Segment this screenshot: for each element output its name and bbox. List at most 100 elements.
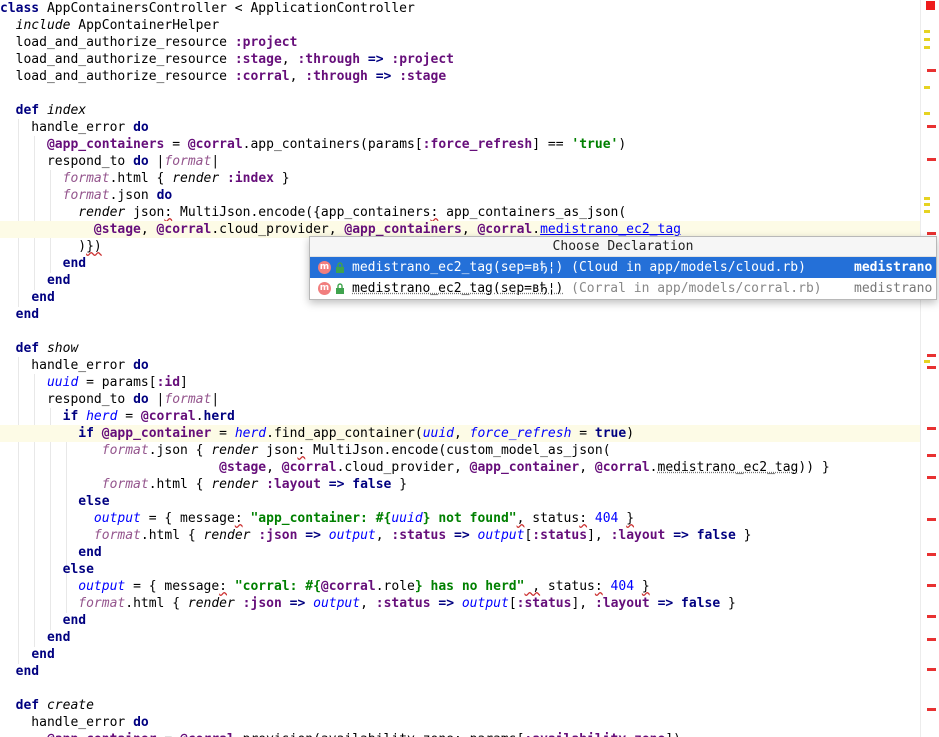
error-marker[interactable] <box>927 69 936 72</box>
error-marker[interactable] <box>927 366 936 369</box>
error-marker[interactable] <box>927 125 936 128</box>
warning-marker[interactable] <box>924 112 930 115</box>
code-line[interactable]: def show <box>0 340 920 357</box>
warning-marker[interactable] <box>924 46 930 49</box>
error-marker[interactable] <box>927 476 936 479</box>
code-token: ) <box>0 239 87 254</box>
code-line[interactable]: else <box>0 493 920 510</box>
error-status-icon[interactable] <box>926 1 935 10</box>
code-line[interactable]: respond_to do |format| <box>0 153 920 170</box>
warning-marker[interactable] <box>924 360 930 363</box>
error-marker[interactable] <box>927 668 936 671</box>
error-marker[interactable] <box>927 708 936 711</box>
warning-marker[interactable] <box>924 86 930 89</box>
code-token: class <box>0 1 47 16</box>
code-line[interactable]: render json: MultiJson.encode({app_conta… <box>0 204 920 221</box>
code-line[interactable]: output = { message: "app_container: #{uu… <box>0 510 920 527</box>
code-line[interactable]: handle_error do <box>0 357 920 374</box>
code-token: json <box>258 443 298 458</box>
code-token: @app_containers <box>344 222 462 237</box>
code-line[interactable]: respond_to do |format| <box>0 391 920 408</box>
code-token: def <box>15 341 40 356</box>
code-line[interactable]: else <box>0 561 920 578</box>
code-line[interactable]: def create <box>0 697 920 714</box>
popup-title: Choose Declaration <box>310 237 936 257</box>
error-marker[interactable] <box>927 454 936 457</box>
warning-marker[interactable] <box>924 30 930 33</box>
code-token: render <box>211 477 259 492</box>
code-line[interactable]: format.html { render :layout => false } <box>0 476 920 493</box>
code-line[interactable]: end <box>0 663 920 680</box>
code-token: .cloud_provider, <box>336 460 470 475</box>
code-token: @app_container <box>101 426 212 441</box>
code-line[interactable]: include AppContainerHelper <box>0 17 920 34</box>
code-line[interactable]: format.html { render :index } <box>0 170 920 187</box>
code-line[interactable]: class AppContainersController < Applicat… <box>0 0 920 17</box>
warning-marker[interactable] <box>924 197 930 200</box>
error-marker[interactable] <box>927 615 936 618</box>
code-line[interactable]: format.json do <box>0 187 920 204</box>
error-stripe-gutter[interactable] <box>920 0 939 737</box>
error-marker[interactable] <box>927 158 936 161</box>
code-token: load_and_authorize_resource <box>0 52 235 67</box>
code-line[interactable]: load_and_authorize_resource :stage, :thr… <box>0 51 920 68</box>
code-line[interactable]: if herd = @corral.herd <box>0 408 920 425</box>
code-line[interactable]: end <box>0 646 920 663</box>
code-line[interactable]: if @app_container = herd.find_app_contai… <box>0 425 920 442</box>
error-marker[interactable] <box>927 427 936 430</box>
code-token: handle_error <box>0 120 134 135</box>
code-line[interactable]: end <box>0 306 920 323</box>
code-token: :force_refresh <box>422 137 533 152</box>
code-token: [ <box>508 596 517 611</box>
code-line[interactable]: end <box>0 544 920 561</box>
warning-marker[interactable] <box>924 38 930 41</box>
error-marker[interactable] <box>927 638 936 641</box>
code-line[interactable]: end <box>0 629 920 646</box>
error-marker[interactable] <box>927 518 936 521</box>
code-line[interactable]: format.json { render json: MultiJson.enc… <box>0 442 920 459</box>
code-line[interactable]: load_and_authorize_resource :corral, :th… <box>0 68 920 85</box>
code-line[interactable]: format.html { render :json => output, :s… <box>0 527 920 544</box>
code-line[interactable]: format.html { render :json => output, :s… <box>0 595 920 612</box>
error-marker[interactable] <box>927 584 936 587</box>
code-editor[interactable]: class AppContainersController < Applicat… <box>0 0 920 737</box>
code-line[interactable]: output = { message: "corral: #{@corral.r… <box>0 578 920 595</box>
code-token: :corral <box>234 69 290 84</box>
error-marker[interactable] <box>927 354 936 357</box>
code-line[interactable]: end <box>0 612 920 629</box>
code-token: uuid <box>46 375 79 390</box>
code-line[interactable]: @app_container = @corral.provision(avail… <box>0 731 920 737</box>
code-line[interactable]: uuid = params[:id] <box>0 374 920 391</box>
code-token: , <box>266 460 282 475</box>
code-token: do <box>156 188 173 203</box>
warning-marker[interactable] <box>924 203 930 206</box>
code-line[interactable]: handle_error do <box>0 119 920 136</box>
declaration-item-corral[interactable]: m medistrano_ec2_tag(sep=вђ¦) (Corral in… <box>310 278 936 299</box>
choose-declaration-popup[interactable]: Choose Declaration m medistrano_ec2_tag(… <box>309 236 937 300</box>
code-token: , <box>281 52 298 67</box>
code-token: format <box>164 154 212 169</box>
code-line[interactable]: @app_containers = @corral.app_containers… <box>0 136 920 153</box>
warning-marker[interactable] <box>924 210 930 213</box>
code-token: herd <box>234 426 267 441</box>
code-line[interactable]: handle_error do <box>0 714 920 731</box>
code-token: : <box>579 511 588 526</box>
error-marker[interactable] <box>927 553 936 556</box>
code-token: = <box>164 137 188 152</box>
code-line[interactable]: load_and_authorize_resource :project <box>0 34 920 51</box>
code-token: .html { <box>109 171 173 186</box>
error-marker[interactable] <box>927 232 936 235</box>
code-line[interactable]: @stage, @corral.cloud_provider, @app_con… <box>0 459 920 476</box>
code-line[interactable]: def index <box>0 102 920 119</box>
declaration-signature: medistrano_ec2_tag(sep=вђ¦) <box>352 260 564 275</box>
code-token: end <box>15 664 40 679</box>
declaration-item-cloud[interactable]: m medistrano_ec2_tag(sep=вђ¦) (Cloud in … <box>310 257 936 278</box>
code-token: output <box>93 511 141 526</box>
